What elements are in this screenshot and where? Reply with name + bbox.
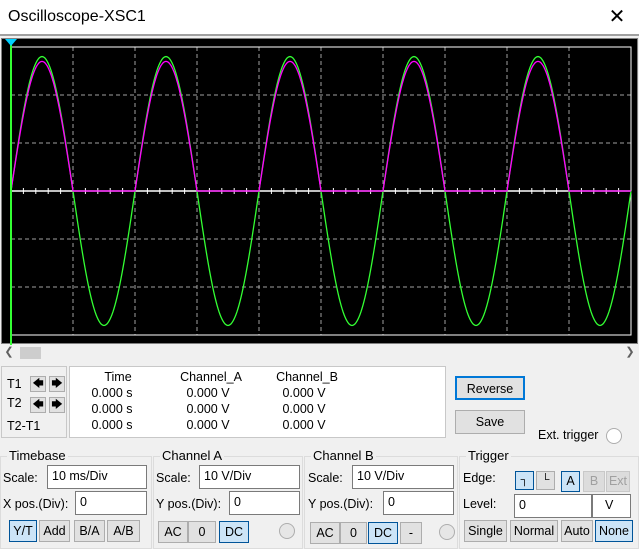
channel-a-ac-button[interactable]: AC [158,521,188,543]
falling-edge-icon[interactable]: └ [536,471,555,490]
channel-a-dc-button[interactable]: DC [219,521,249,543]
channel-b-title: Channel B [311,448,376,463]
level-unit-select[interactable]: V [592,494,631,518]
scroll-right-icon[interactable]: ❯ [623,345,637,360]
t2t1-channel-b: 0.000 V [282,418,326,432]
edge-label: Edge: [463,471,496,485]
header-channel-b: Channel_B [276,370,338,384]
channel-a-ypos-input[interactable]: 0 [229,491,300,515]
trigger-auto-button[interactable]: Auto [561,520,593,542]
channel-a-scale-input[interactable]: 10 V/Div [199,465,300,489]
cursor-controls: T1 T2 T2-T1 🡄 🡆 🡄 🡆 [1,366,67,438]
header-time: Time [104,370,132,384]
t2t1-channel-a: 0.000 V [186,418,230,432]
xpos-input[interactable]: 0 [75,491,147,515]
source-b-button[interactable]: B [583,471,605,492]
t2-time: 0.000 s [91,402,133,416]
channel-b-terminal [439,524,455,540]
channel-b-zero-button[interactable]: 0 [340,522,367,544]
channel-b-ypos-input[interactable]: 0 [383,491,454,515]
channel-b-group: Channel B Scale: 10 V/Div Y pos.(Div): 0… [304,448,458,549]
mode-ba-button[interactable]: B/A [74,520,105,542]
ext-trigger-label: Ext. trigger [538,428,599,442]
trigger-none-button[interactable]: None [595,520,633,542]
scrollbar-thumb[interactable] [20,347,41,359]
t1-channel-a: 0.000 V [186,386,230,400]
t2-channel-a: 0.000 V [186,402,230,416]
waveform-plot [5,39,632,345]
reverse-button[interactable]: Reverse [455,376,525,400]
source-a-button[interactable]: A [561,471,580,492]
t2t1-time: 0.000 s [91,418,133,432]
channel-a-ypos-label: Y pos.(Div): [156,497,222,511]
trigger-single-button[interactable]: Single [464,520,507,542]
mode-add-button[interactable]: Add [39,520,70,542]
channel-a-group: Channel A Scale: 10 V/Div Y pos.(Div): 0… [153,448,303,549]
horizontal-scrollbar[interactable]: ❮ ❯ [0,345,639,360]
mode-ab-button[interactable]: A/B [107,520,140,542]
channel-b-scale-label: Scale: [308,471,343,485]
xpos-label: X pos.(Div): [3,497,69,511]
t2-channel-b: 0.000 V [282,402,326,416]
cursor-marker-icon [5,39,17,46]
timebase-title: Timebase [7,448,68,463]
timebase-scale-input[interactable]: 10 ms/Div [47,465,147,489]
trigger-normal-button[interactable]: Normal [510,520,558,542]
channel-b-minus-button[interactable]: - [400,522,422,544]
timebase-group: Timebase Scale: 10 ms/Div X pos.(Div): 0… [0,448,152,549]
save-button[interactable]: Save [455,410,525,434]
t2-label: T2 [7,396,22,410]
channel-a-zero-button[interactable]: 0 [188,521,216,543]
t1-time: 0.000 s [91,386,133,400]
level-label: Level: [463,497,497,511]
t2t1-label: T2-T1 [7,419,41,433]
t1-label: T1 [7,377,22,391]
channel-a-terminal [279,523,295,539]
channel-a-scale-label: Scale: [156,471,191,485]
t2-left-arrow-icon[interactable]: 🡄 [30,397,46,413]
ext-trigger-terminal[interactable] [606,428,622,444]
source-ext-button[interactable]: Ext [606,471,630,492]
oscilloscope-screen [1,38,638,345]
window-title: Oscilloscope-XSC1 [8,8,146,25]
trigger-title: Trigger [466,448,511,463]
title-bar: Oscilloscope-XSC1 ✕ [0,0,639,36]
rising-edge-icon[interactable]: ┐ [515,471,534,490]
channel-b-ypos-label: Y pos.(Div): [308,497,374,511]
timebase-scale-label: Scale: [3,471,38,485]
scroll-left-icon[interactable]: ❮ [2,345,16,360]
mode-yt-button[interactable]: Y/T [9,520,37,542]
t1-left-arrow-icon[interactable]: 🡄 [30,376,46,392]
close-icon[interactable]: ✕ [604,4,630,30]
measurement-readout: Time Channel_A Channel_B 0.000 s 0.000 V… [69,366,446,438]
header-channel-a: Channel_A [180,370,242,384]
channel-b-scale-input[interactable]: 10 V/Div [352,465,454,489]
level-input[interactable]: 0 [514,494,592,518]
t1-channel-b: 0.000 V [282,386,326,400]
channel-b-dc-button[interactable]: DC [368,522,398,544]
channel-b-ac-button[interactable]: AC [310,522,340,544]
channel-a-title: Channel A [160,448,224,463]
trigger-group: Trigger Edge: ┐ └ A B Ext Level: 0 V Sin… [459,448,639,549]
